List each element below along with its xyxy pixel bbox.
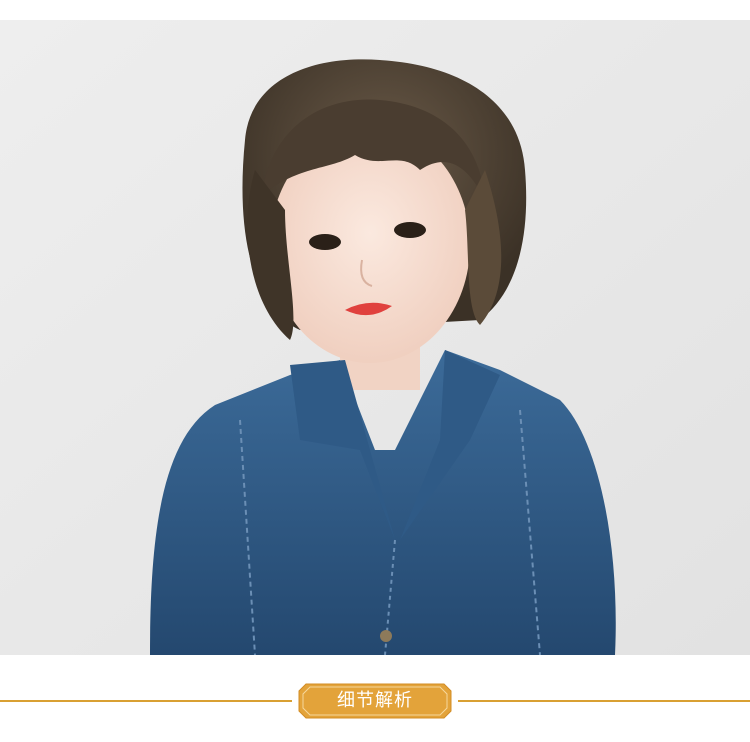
- right-eye: [394, 222, 426, 238]
- section-title: 细节解析: [337, 690, 413, 711]
- section-title-badge: 细节解析: [298, 683, 452, 719]
- portrait-illustration: [0, 20, 750, 655]
- divider-line-left: [0, 700, 292, 702]
- divider-line-right: [458, 700, 750, 702]
- section-divider: 细节解析: [0, 655, 750, 742]
- product-photo: [0, 20, 750, 655]
- left-eye: [309, 234, 341, 250]
